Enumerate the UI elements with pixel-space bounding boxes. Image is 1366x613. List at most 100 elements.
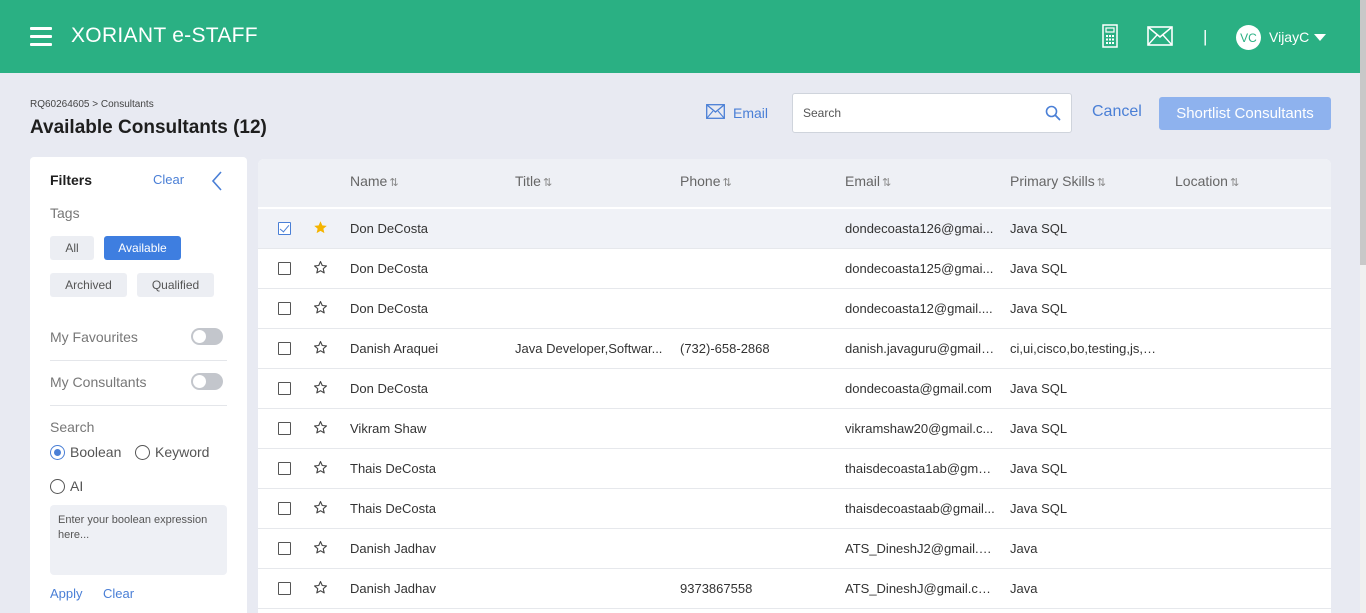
- filters-title: Filters: [50, 172, 93, 188]
- column-header-location[interactable]: Location ⇅: [1175, 173, 1239, 189]
- cell-name: Danish Jadhav: [350, 541, 436, 556]
- menu-icon[interactable]: [30, 27, 52, 47]
- table-row[interactable]: Don DeCosta dondecoasta@gmail.com Java SQL: [258, 369, 1331, 409]
- radio-keyword-label: Keyword: [155, 444, 210, 460]
- cancel-button[interactable]: Cancel: [1092, 103, 1142, 121]
- sort-icon[interactable]: ⇅: [389, 177, 398, 189]
- radio-unselected-icon: [50, 478, 65, 494]
- mail-icon[interactable]: [1147, 26, 1173, 51]
- email-button-label: Email: [733, 105, 769, 121]
- sort-icon[interactable]: ⇅: [722, 177, 731, 189]
- cell-name: Don DeCosta: [350, 221, 429, 236]
- breadcrumb: RQ60264605 > Consultants: [30, 99, 154, 110]
- tag-archived[interactable]: Archived: [50, 273, 127, 297]
- row-checkbox[interactable]: [278, 262, 291, 275]
- star-icon[interactable]: [313, 380, 328, 395]
- star-icon[interactable]: [313, 500, 328, 515]
- cell-email: vikramshaw20@gmail.c...: [845, 421, 994, 436]
- star-icon[interactable]: [313, 460, 328, 475]
- shortlist-consultants-button[interactable]: Shortlist Consultants: [1159, 97, 1331, 130]
- table-row[interactable]: Danish Araquei Java Developer,Softwar... (…: [258, 329, 1331, 369]
- cell-email: thaisdecoastaab@gmail...: [845, 501, 995, 516]
- chevron-left-icon[interactable]: [210, 170, 224, 197]
- scrollbar-thumb[interactable]: [1360, 0, 1366, 265]
- row-checkbox[interactable]: [278, 342, 291, 355]
- table-row[interactable]: Thais DeCosta thaisdecoastaab@gmail... Jav…: [258, 489, 1331, 529]
- cell-email: dondecoasta126@gmai...: [845, 221, 994, 236]
- sort-icon[interactable]: ⇅: [543, 177, 552, 189]
- row-checkbox[interactable]: [278, 462, 291, 475]
- email-button[interactable]: Email: [706, 104, 768, 122]
- my-favourites-toggle[interactable]: [191, 328, 223, 345]
- table-row[interactable]: Don DeCosta dondecoasta126@gmai... Java SQ…: [258, 209, 1331, 249]
- page-title: Available Consultants (12): [30, 117, 267, 138]
- apply-button[interactable]: Apply: [50, 586, 83, 601]
- search-clear-button[interactable]: Clear: [103, 586, 134, 601]
- radio-keyword[interactable]: Keyword: [135, 444, 209, 460]
- star-filled-icon[interactable]: [313, 220, 328, 235]
- my-consultants-toggle[interactable]: [191, 373, 223, 390]
- search-mode-label: Search: [50, 419, 95, 435]
- cell-email: ATS_DineshJ@gmail.com: [845, 581, 995, 596]
- cell-email: danish.javaguru@gmail....: [845, 341, 995, 356]
- column-header-title[interactable]: Title ⇅: [515, 173, 552, 189]
- sort-icon[interactable]: ⇅: [1230, 177, 1239, 189]
- star-icon[interactable]: [313, 540, 328, 555]
- star-icon[interactable]: [313, 340, 328, 355]
- cell-primary-skills: Java SQL: [1010, 421, 1068, 436]
- radio-ai[interactable]: AI: [50, 478, 83, 494]
- row-checkbox[interactable]: [278, 502, 291, 515]
- star-icon[interactable]: [313, 420, 328, 435]
- row-checkbox[interactable]: [278, 582, 291, 595]
- cell-primary-skills: Java SQL: [1010, 501, 1068, 516]
- avatar[interactable]: VC: [1236, 25, 1261, 50]
- table-row[interactable]: Don DeCosta dondecoasta12@gmail.... Java S…: [258, 289, 1331, 329]
- table-row[interactable]: Don DeCosta dondecoasta125@gmai... Java SQ…: [258, 249, 1331, 289]
- tag-all[interactable]: All: [50, 236, 94, 260]
- cell-name: Thais DeCosta: [350, 501, 436, 516]
- search-icon[interactable]: [1045, 105, 1061, 126]
- cell-title: Java Developer,Softwar...: [515, 341, 663, 356]
- radio-boolean[interactable]: Boolean: [50, 444, 121, 460]
- row-checkbox[interactable]: [278, 222, 291, 235]
- star-icon[interactable]: [313, 260, 328, 275]
- column-header-email[interactable]: Email ⇅: [845, 173, 891, 189]
- tag-qualified[interactable]: Qualified: [137, 273, 214, 297]
- calculator-icon[interactable]: [1102, 24, 1118, 53]
- cell-name: Don DeCosta: [350, 301, 429, 316]
- sort-icon[interactable]: ⇅: [1097, 177, 1106, 189]
- chevron-down-icon[interactable]: [1314, 34, 1326, 41]
- cell-name: Danish Araquei: [350, 341, 439, 356]
- row-checkbox[interactable]: [278, 422, 291, 435]
- cell-name: Thais DeCosta: [350, 461, 436, 476]
- column-header-phone[interactable]: Phone ⇅: [680, 173, 732, 189]
- cell-email: dondecoasta125@gmai...: [845, 261, 994, 276]
- cell-primary-skills: Java SQL: [1010, 261, 1068, 276]
- divider: [50, 360, 227, 361]
- cell-email: dondecoasta@gmail.com: [845, 381, 992, 396]
- cell-primary-skills: Java SQL: [1010, 221, 1068, 236]
- row-checkbox[interactable]: [278, 542, 291, 555]
- table-row[interactable]: Thais DeCosta thaisdecoasta1ab@gma... Java…: [258, 449, 1331, 489]
- username[interactable]: VijayC: [1269, 29, 1309, 45]
- star-icon[interactable]: [313, 580, 328, 595]
- header-separator: |: [1203, 27, 1208, 46]
- tag-available[interactable]: Available: [104, 236, 181, 260]
- cell-phone: 9373867558: [680, 581, 753, 596]
- boolean-expression-field[interactable]: [50, 505, 227, 575]
- divider: [50, 405, 227, 406]
- row-checkbox[interactable]: [278, 382, 291, 395]
- column-header-name[interactable]: Name ⇅: [350, 173, 399, 189]
- star-icon[interactable]: [313, 300, 328, 315]
- table-row[interactable]: Vikram Shaw vikramshaw20@gmail.c... Java S…: [258, 409, 1331, 449]
- filters-clear-button[interactable]: Clear: [153, 172, 184, 187]
- radio-ai-label: AI: [70, 478, 84, 494]
- table-row[interactable]: Danish Jadhav 9373867558 ATS_DineshJ@gmail…: [258, 569, 1331, 609]
- sort-icon[interactable]: ⇅: [882, 177, 891, 189]
- cell-primary-skills: Java SQL: [1010, 461, 1068, 476]
- table-row[interactable]: Danish Jadhav ATS_DineshJ2@gmail.c... Java: [258, 529, 1331, 569]
- row-checkbox[interactable]: [278, 302, 291, 315]
- column-header-primary-skills[interactable]: Primary Skills ⇅: [1010, 173, 1106, 189]
- page-scrollbar[interactable]: [1360, 0, 1366, 613]
- search-input[interactable]: [803, 106, 1033, 120]
